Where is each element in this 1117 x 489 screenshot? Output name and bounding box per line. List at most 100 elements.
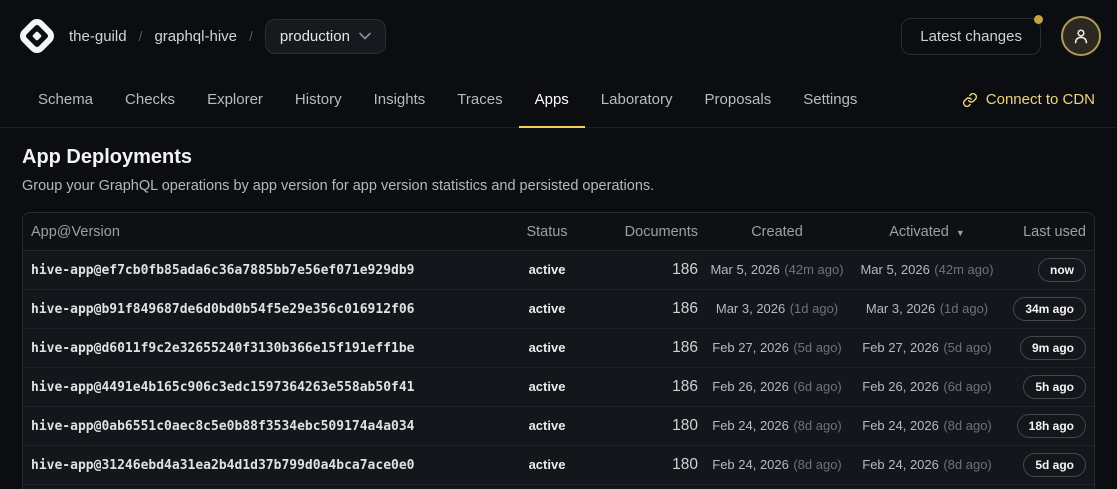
last-used-badge: 34m ago [1013, 297, 1086, 321]
user-avatar[interactable] [1061, 16, 1101, 56]
tab-navigation: Schema Checks Explorer History Insights … [0, 72, 1117, 128]
created-cell: Feb 26, 2026 (6d ago) [702, 378, 852, 396]
latest-changes-label: Latest changes [920, 28, 1022, 45]
column-header-last-used[interactable]: Last used [1002, 224, 1086, 240]
tab-apps[interactable]: Apps [519, 72, 585, 128]
breadcrumb-org[interactable]: the-guild [69, 28, 127, 45]
table-row[interactable]: hive-app@4491e4b165c906c3edc1597364263e5… [23, 368, 1094, 407]
status-badge: active [529, 379, 566, 394]
breadcrumb: the-guild / graphql-hive / production [69, 19, 386, 54]
tab-schema[interactable]: Schema [22, 72, 109, 128]
tab-label: Checks [125, 91, 175, 108]
breadcrumb-project[interactable]: graphql-hive [154, 28, 237, 45]
tab-label: Settings [803, 91, 857, 108]
app-version-cell[interactable]: hive-app@4491e4b165c906c3edc1597364263e5… [31, 380, 502, 395]
notification-dot [1034, 15, 1043, 24]
documents-count: 180 [672, 417, 698, 434]
activated-relative: (42m ago) [934, 262, 993, 277]
breadcrumb-separator: / [139, 28, 143, 44]
status-badge: active [529, 457, 566, 472]
created-date: Mar 3, 2026 [716, 301, 785, 316]
last-used-badge: 5d ago [1023, 453, 1086, 477]
top-header: the-guild / graphql-hive / production La… [0, 0, 1117, 72]
connect-to-cdn-link[interactable]: Connect to CDN [962, 91, 1095, 108]
created-relative: (8d ago) [793, 418, 841, 433]
created-cell: Feb 24, 2026 (8d ago) [702, 417, 852, 435]
column-header-status[interactable]: Status [502, 224, 592, 240]
tab-insights[interactable]: Insights [358, 72, 442, 128]
last-used-badge: 18h ago [1017, 414, 1086, 438]
target-selector[interactable]: production [265, 19, 386, 54]
sort-descending-icon: ▼ [956, 228, 965, 238]
created-relative: (42m ago) [784, 262, 843, 277]
main-content: App Deployments Group your GraphQL opera… [0, 128, 1117, 489]
documents-count: 186 [672, 378, 698, 395]
column-header-documents[interactable]: Documents [592, 224, 702, 240]
created-date: Feb 24, 2026 [712, 418, 789, 433]
activated-cell: Feb 27, 2026 (5d ago) [852, 339, 1002, 357]
activated-date: Feb 27, 2026 [862, 340, 939, 355]
activated-relative: (5d ago) [943, 340, 991, 355]
page-title: App Deployments [22, 144, 1095, 170]
created-relative: (6d ago) [793, 379, 841, 394]
tab-traces[interactable]: Traces [441, 72, 518, 128]
app-version-cell[interactable]: hive-app@b91f849687de6d0bd0b54f5e29e356c… [31, 302, 502, 317]
tab-label: Proposals [705, 91, 772, 108]
created-cell: Feb 27, 2026 (5d ago) [702, 339, 852, 357]
activated-relative: (8d ago) [943, 457, 991, 472]
created-date: Mar 5, 2026 [710, 262, 779, 277]
tab-label: Apps [535, 91, 569, 108]
column-header-activated[interactable]: Activated ▼ [852, 224, 1002, 240]
created-date: Feb 27, 2026 [712, 340, 789, 355]
table-header-row: App@Version Status Documents Created Act… [23, 213, 1094, 251]
table-row[interactable]: hive-app@d6011f9c2e32655240f3130b366e15f… [23, 329, 1094, 368]
hive-logo-icon[interactable] [16, 15, 58, 57]
column-header-created[interactable]: Created [702, 224, 852, 240]
activated-cell: Feb 24, 2026 (8d ago) [852, 456, 1002, 474]
last-used-badge: 9m ago [1020, 336, 1086, 360]
table-row[interactable]: hive-app@b91f849687de6d0bd0b54f5e29e356c… [23, 290, 1094, 329]
latest-changes-button[interactable]: Latest changes [901, 18, 1041, 55]
activated-relative: (6d ago) [943, 379, 991, 394]
tab-explorer[interactable]: Explorer [191, 72, 279, 128]
documents-count: 180 [672, 456, 698, 473]
table-row[interactable]: hive-app@31246ebd4a31ea2b4d1d37b799d0a4b… [23, 446, 1094, 485]
activated-date: Mar 5, 2026 [860, 262, 929, 277]
column-header-app-version[interactable]: App@Version [31, 224, 502, 240]
column-header-activated-label: Activated [889, 224, 949, 240]
tab-label: Explorer [207, 91, 263, 108]
app-version-cell[interactable]: hive-app@31246ebd4a31ea2b4d1d37b799d0a4b… [31, 458, 502, 473]
documents-count: 186 [672, 300, 698, 317]
tab-history[interactable]: History [279, 72, 358, 128]
created-relative: (1d ago) [790, 301, 838, 316]
table-row[interactable]: hive-app@0ab6551c0aec8c5e0b88f3534ebc509… [23, 407, 1094, 446]
table-row-partial[interactable] [23, 485, 1094, 489]
app-version-cell[interactable]: hive-app@ef7cb0fb85ada6c36a7885bb7e56ef0… [31, 263, 502, 278]
created-relative: (5d ago) [793, 340, 841, 355]
activated-cell: Mar 5, 2026 (42m ago) [852, 261, 1002, 279]
app-version-cell[interactable]: hive-app@0ab6551c0aec8c5e0b88f3534ebc509… [31, 419, 502, 434]
breadcrumb-separator: / [249, 28, 253, 44]
last-used-badge: now [1038, 258, 1086, 282]
tab-laboratory[interactable]: Laboratory [585, 72, 689, 128]
activated-cell: Feb 24, 2026 (8d ago) [852, 417, 1002, 435]
created-relative: (8d ago) [793, 457, 841, 472]
link-icon [962, 92, 978, 108]
tab-label: Traces [457, 91, 502, 108]
tab-checks[interactable]: Checks [109, 72, 191, 128]
created-date: Feb 26, 2026 [712, 379, 789, 394]
tab-label: Schema [38, 91, 93, 108]
tab-settings[interactable]: Settings [787, 72, 873, 128]
documents-count: 186 [672, 339, 698, 356]
page-description: Group your GraphQL operations by app ver… [22, 176, 1095, 196]
status-badge: active [529, 418, 566, 433]
tab-proposals[interactable]: Proposals [689, 72, 788, 128]
app-version-cell[interactable]: hive-app@d6011f9c2e32655240f3130b366e15f… [31, 341, 502, 356]
activated-date: Mar 3, 2026 [866, 301, 935, 316]
user-icon [1071, 26, 1091, 46]
status-badge: active [529, 301, 566, 316]
table-row[interactable]: hive-app@ef7cb0fb85ada6c36a7885bb7e56ef0… [23, 251, 1094, 290]
tab-label: History [295, 91, 342, 108]
created-cell: Mar 3, 2026 (1d ago) [702, 300, 852, 318]
created-cell: Feb 24, 2026 (8d ago) [702, 456, 852, 474]
